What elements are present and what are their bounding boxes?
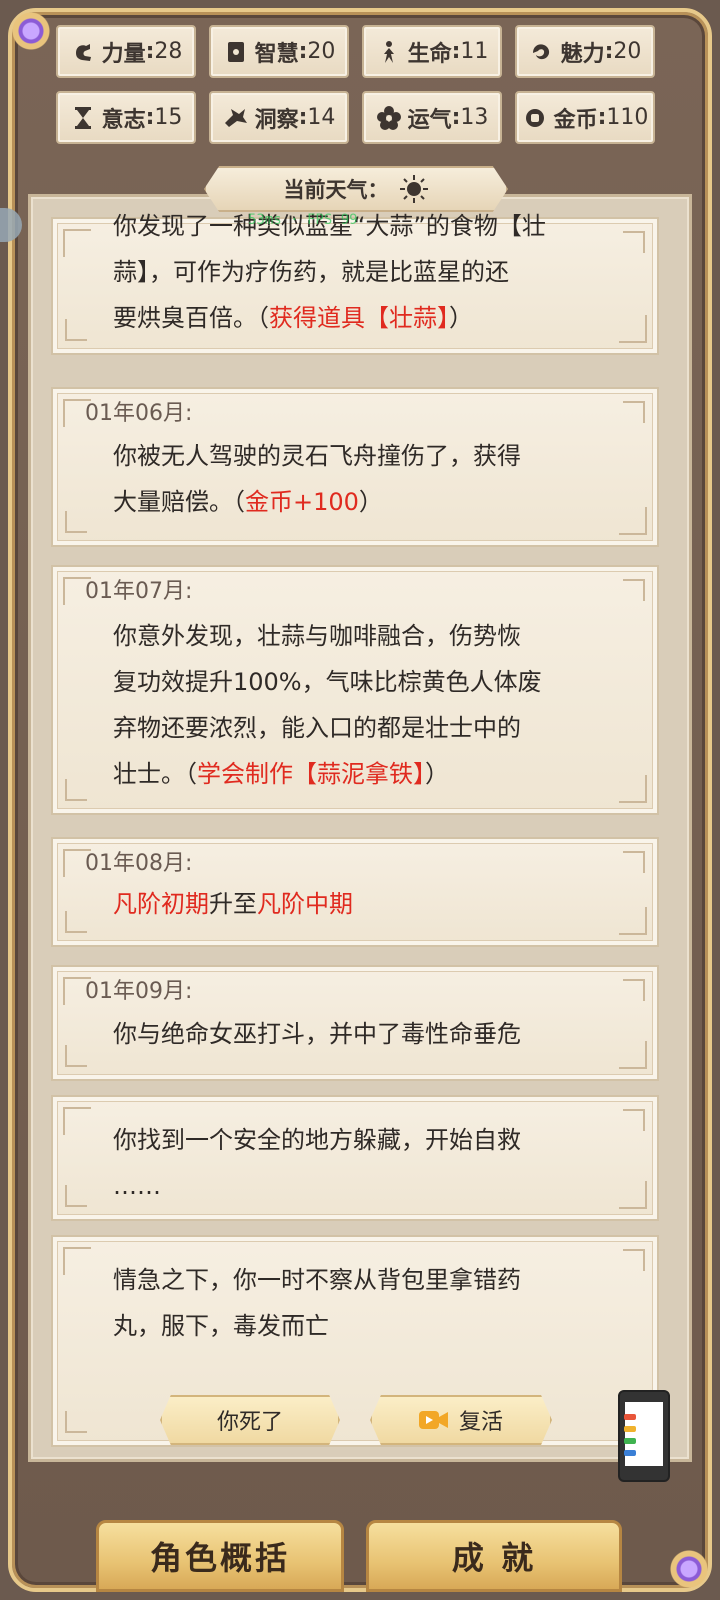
video-icon — [418, 1411, 448, 1429]
revive-button[interactable]: 复活 — [370, 1395, 552, 1445]
action-buttons: 你死了 复活 — [110, 1395, 610, 1445]
event-card: 01年06月: 你被无人驾驶的灵石飞舟撞伤了，获得 大量赔偿。（金币+100） — [51, 387, 659, 547]
phone-widget-icon[interactable] — [618, 1390, 670, 1482]
ornament-gem-icon — [666, 1546, 712, 1592]
tab-achievements[interactable]: 成 就 — [366, 1520, 622, 1592]
event-card: 01年09月: 你与绝命女巫打斗，并中了毒性命垂危 — [51, 965, 659, 1081]
you-died-button[interactable]: 你死了 — [160, 1395, 340, 1445]
event-date: 01年09月: — [85, 979, 193, 1004]
event-date: 01年08月: — [85, 851, 193, 876]
stat-luck[interactable]: 运气:13 — [362, 91, 502, 144]
tab-character-summary[interactable]: 角色概括 — [96, 1520, 344, 1592]
stat-coin[interactable]: 金币:110 — [515, 91, 655, 144]
stat-strength[interactable]: 力量:28 — [56, 25, 196, 78]
wisdom-icon — [223, 39, 249, 65]
hourglass-icon — [70, 105, 96, 131]
insight-icon — [223, 105, 249, 131]
event-log-panel[interactable]: 你发现了一种类似蓝星“大蒜”的食物【壮 蒜】，可作为疗伤药，就是比蓝星的还 要烘… — [28, 194, 692, 1462]
event-card: 你发现了一种类似蓝星“大蒜”的食物【壮 蒜】，可作为疗伤药，就是比蓝星的还 要烘… — [51, 212, 659, 355]
strength-icon — [70, 39, 96, 65]
event-card: 你找到一个安全的地方躲藏，开始自救 …… — [51, 1095, 659, 1221]
sun-icon — [399, 175, 428, 203]
stat-charm[interactable]: 魅力:20 — [515, 25, 655, 78]
stat-will[interactable]: 意志:15 — [56, 91, 196, 144]
event-card: 01年07月: 你意外发现，壮蒜与咖啡融合，伤势恢 复功效提升100%，气味比棕… — [51, 565, 659, 815]
stats-grid: 力量:28 智慧:20 生命:11 魅力:20 意志:15 洞察:14 运气:… — [56, 25, 656, 144]
event-card: 01年08月: 凡阶初期升至凡阶中期 — [51, 837, 659, 947]
stat-wisdom[interactable]: 智慧:20 — [209, 25, 349, 78]
event-date: 01年07月: — [85, 579, 193, 604]
fps-overlay: 53ms · FPS 99 — [248, 212, 358, 228]
luck-icon — [376, 105, 402, 131]
event-date: 01年06月: — [85, 401, 193, 426]
bottom-tabs: 角色概括 成 就 — [96, 1520, 626, 1592]
stat-insight[interactable]: 洞察:14 — [209, 91, 349, 144]
charm-icon — [529, 39, 555, 65]
stat-life[interactable]: 生命:11 — [362, 25, 502, 78]
weather-banner: 当前天气： — [204, 166, 508, 212]
ornament-gem-icon — [8, 8, 54, 54]
coin-icon — [522, 105, 548, 131]
life-icon — [376, 39, 402, 65]
